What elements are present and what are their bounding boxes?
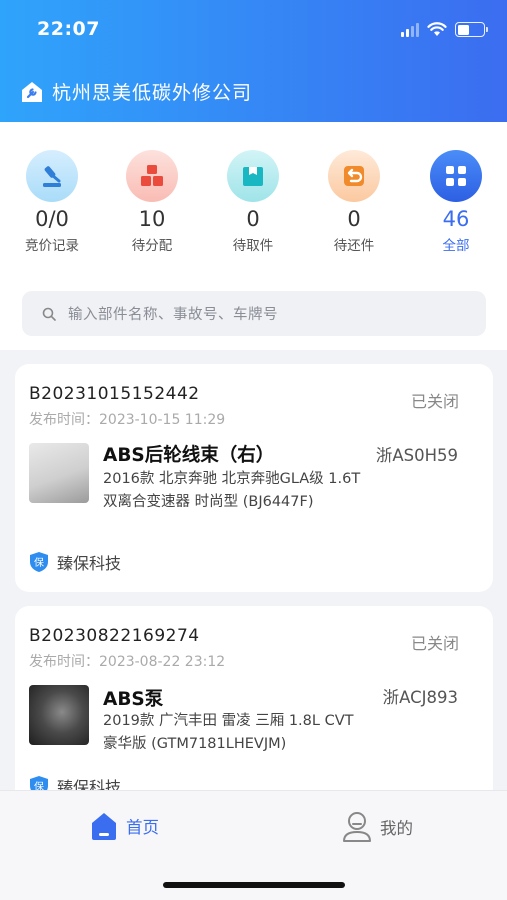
stat-bid-records[interactable]: 0/0 竞价记录 [7,150,97,254]
tab-mine-label: 我的 [380,819,413,838]
svg-text:保: 保 [34,556,44,569]
status-bar: 22:07 [0,18,507,46]
vehicle-description: 2019款 广汽丰田 雷凌 三厢 1.8L CVT 豪华版 (GTM7181LH… [103,713,354,752]
search-placeholder: 输入部件名称、事故号、车牌号 [68,307,278,323]
publish-time: 发布时间：2023-10-15 11:29 [29,412,226,428]
stat-value: 0 [246,207,260,231]
home-icon [92,813,116,840]
stat-to-assign[interactable]: 10 待分配 [107,150,197,254]
status-icons [401,22,488,37]
stat-label: 待还件 [333,238,375,254]
company-name: 杭州思美低碳外修公司 [52,82,253,104]
shop-wrench-icon [22,81,42,102]
company-selector[interactable]: 杭州思美低碳外修公司 [20,78,252,105]
user-icon [343,812,371,842]
battery-icon [455,22,488,37]
stat-value: 0 [347,207,361,231]
order-card[interactable]: B20231015152442 已关闭 发布时间：2023-10-15 11:2… [15,364,493,592]
stat-to-return[interactable]: 0 待还件 [309,150,399,254]
vendor: 保 臻保科技 [29,550,121,574]
order-status: 已关闭 [410,392,459,411]
stat-all[interactable]: 46 全部 [411,150,501,254]
status-time: 22:07 [37,18,100,40]
search-input[interactable]: 输入部件名称、事故号、车牌号 [22,291,486,336]
license-plate: 浙AS0H59 [375,446,458,465]
stat-label: 待分配 [131,238,173,254]
part-name: ABS后轮线束（右） [103,445,275,466]
vendor-name: 臻保科技 [57,554,122,573]
package-icon [227,150,279,202]
order-id: B20230822169274 [29,626,200,646]
search-icon [42,307,56,321]
part-thumbnail[interactable] [29,443,89,503]
part-thumbnail[interactable] [29,685,89,745]
signal-icon [401,22,419,37]
stat-label: 竞价记录 [25,238,79,254]
home-indicator [163,882,345,888]
stat-label: 全部 [442,238,470,254]
part-name: ABS泵 [103,689,164,710]
boxes-icon [126,150,178,202]
shield-icon: 保 [30,552,48,572]
stat-value: 0/0 [35,207,69,231]
vehicle-description: 2016款 北京奔驰 北京奔驰GLA级 1.6T 双离合变速器 时尚型 (BJ6… [103,471,361,510]
summary-panel: 0/0 竞价记录 10 待分配 0 待取件 0 待还件 46 全部 输入部件名称… [0,122,507,350]
gavel-icon [26,150,78,202]
stats-row: 0/0 竞价记录 10 待分配 0 待取件 0 待还件 46 全部 [0,150,507,260]
app-header: 22:07 杭州思美低碳外修公司 [0,0,507,122]
order-id: B20231015152442 [29,384,200,404]
return-icon [328,150,380,202]
stat-value: 46 [442,207,470,231]
license-plate: 浙ACJ893 [382,688,458,707]
tab-home[interactable]: 首页 [90,811,159,841]
tab-home-label: 首页 [126,818,159,837]
stat-to-pickup[interactable]: 0 待取件 [208,150,298,254]
stat-label: 待取件 [232,238,274,254]
wifi-icon [427,22,447,36]
grid-icon [430,150,482,202]
order-status: 已关闭 [410,634,459,653]
order-card[interactable]: B20230822169274 已关闭 发布时间：2023-08-22 23:1… [15,606,493,806]
publish-time: 发布时间：2023-08-22 23:12 [29,654,226,670]
tab-mine[interactable]: 我的 [342,811,413,843]
stat-value: 10 [138,207,166,231]
